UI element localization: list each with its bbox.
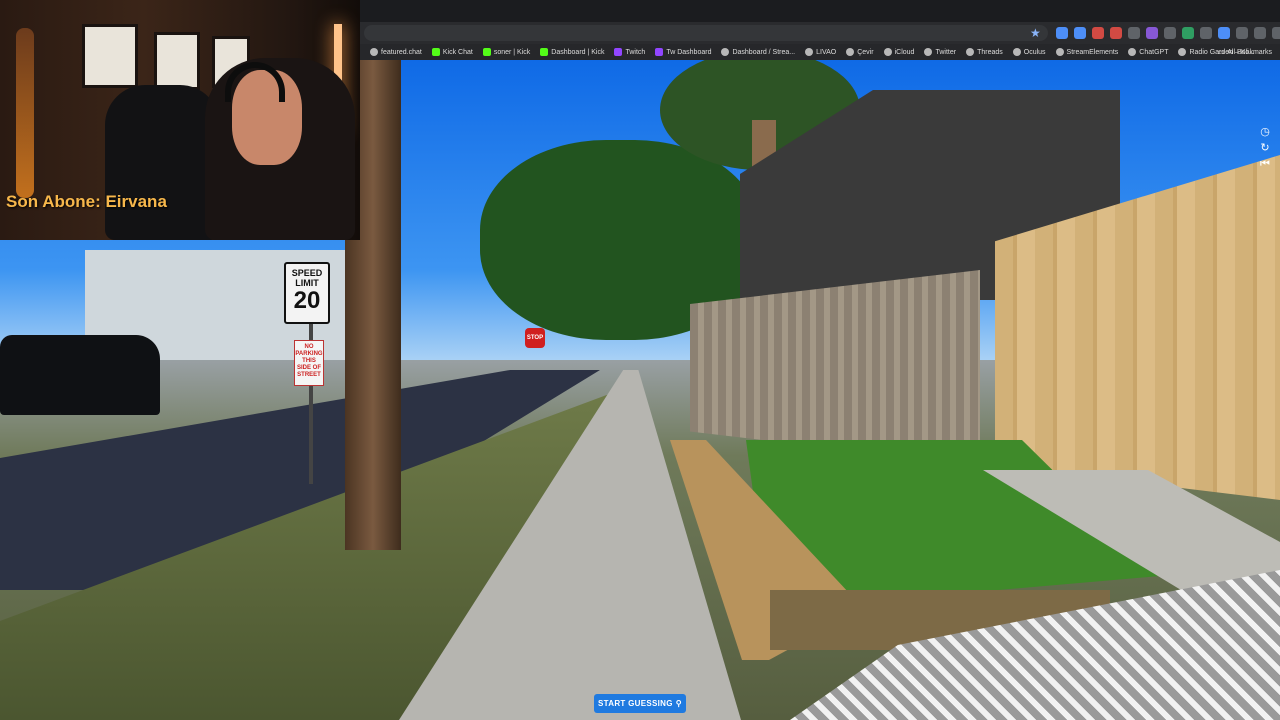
kick-icon [482,48,491,56]
all-bookmarks-button[interactable]: ▭ All Bookmarks [1218,44,1272,60]
extension-icon[interactable] [1146,27,1158,39]
bookmark-kick-chat[interactable]: Kick Chat [431,48,473,56]
extensions-bar [1056,26,1280,40]
extension-icon[interactable] [1092,27,1104,39]
start-guessing-button[interactable]: START GUESSING ⚲ [594,694,686,713]
latest-subscriber-caption: Son Abone: Eirvana [6,192,167,211]
kick-icon [540,48,549,56]
webcam-overlay: Son Abone: Eirvana [0,0,360,240]
bookmark-featured-chat[interactable]: featured.chat [370,48,422,56]
bookmarks-bar: featured.chat Kick Chat soner | Kick Das… [360,44,1280,60]
extension-icon[interactable] [1128,27,1140,39]
bookmark-livao[interactable]: LIVAO [805,48,836,56]
bookmark-oculus[interactable]: Oculus [1012,48,1046,56]
no-parking-sign: NO PARKING THIS SIDE OF STREET [294,340,324,386]
guitar [16,28,34,198]
translate-icon [846,48,855,56]
star-icon[interactable]: ★ [1030,24,1041,42]
extension-icon[interactable] [1110,27,1122,39]
wall-picture [154,32,200,90]
globe-icon [1055,48,1064,56]
stop-sign: STOP [525,328,545,348]
twitch-icon [655,48,664,56]
bookmark-dashboard-stream[interactable]: Dashboard / Strea... [721,48,795,56]
extension-icon[interactable] [1074,27,1086,39]
extension-icon[interactable] [1164,27,1176,39]
bookmark-dashboard-kick[interactable]: Dashboard | Kick [540,48,604,56]
kick-icon [431,48,440,56]
extension-icon[interactable] [1254,27,1266,39]
globe-icon [370,48,378,56]
gaming-chair [105,85,220,240]
extension-icon[interactable] [1218,27,1230,39]
bookmark-soner-kick[interactable]: soner | Kick [482,48,530,56]
globe-icon [1012,48,1021,56]
parked-car [0,335,160,415]
wall-picture [82,24,138,88]
bookmark-streamelements[interactable]: StreamElements [1055,48,1118,56]
extension-icon[interactable] [1236,27,1248,39]
address-bar[interactable] [364,25,1048,41]
streamelements-icon [721,48,730,56]
street-view-controls: ◷ ↻ ⏮ [1258,126,1272,170]
bookmark-icloud[interactable]: iCloud [883,48,914,56]
twitch-icon [614,48,623,56]
extension-icon[interactable] [1200,27,1212,39]
back-to-start-icon[interactable]: ⏮ [1258,158,1272,170]
bookmark-twitter[interactable]: Twitter [924,48,956,56]
clock-icon[interactable]: ◷ [1258,126,1272,138]
threads-icon [966,48,975,56]
extension-icon[interactable] [1182,27,1194,39]
bookmark-chatgpt[interactable]: ChatGPT [1128,48,1168,56]
apple-icon [883,48,892,56]
bookmark-tw-dashboard[interactable]: Tw Dashboard [655,48,711,56]
globe-icon [1178,48,1187,56]
globe-icon [924,48,933,56]
extension-icon[interactable] [1272,27,1280,39]
bookmark-cevir[interactable]: Çevir [846,48,874,56]
chatgpt-icon [1128,48,1137,56]
globe-icon [805,48,814,56]
map-pin-icon: ⚲ [675,699,682,708]
extension-icon[interactable] [1056,27,1068,39]
bookmark-threads[interactable]: Threads [966,48,1003,56]
refresh-icon[interactable]: ↻ [1258,142,1272,154]
bookmark-twitch[interactable]: Twitch [614,48,645,56]
speed-limit-sign: SPEED LIMIT 20 [284,262,330,324]
folder-icon: ▭ [1217,49,1225,56]
